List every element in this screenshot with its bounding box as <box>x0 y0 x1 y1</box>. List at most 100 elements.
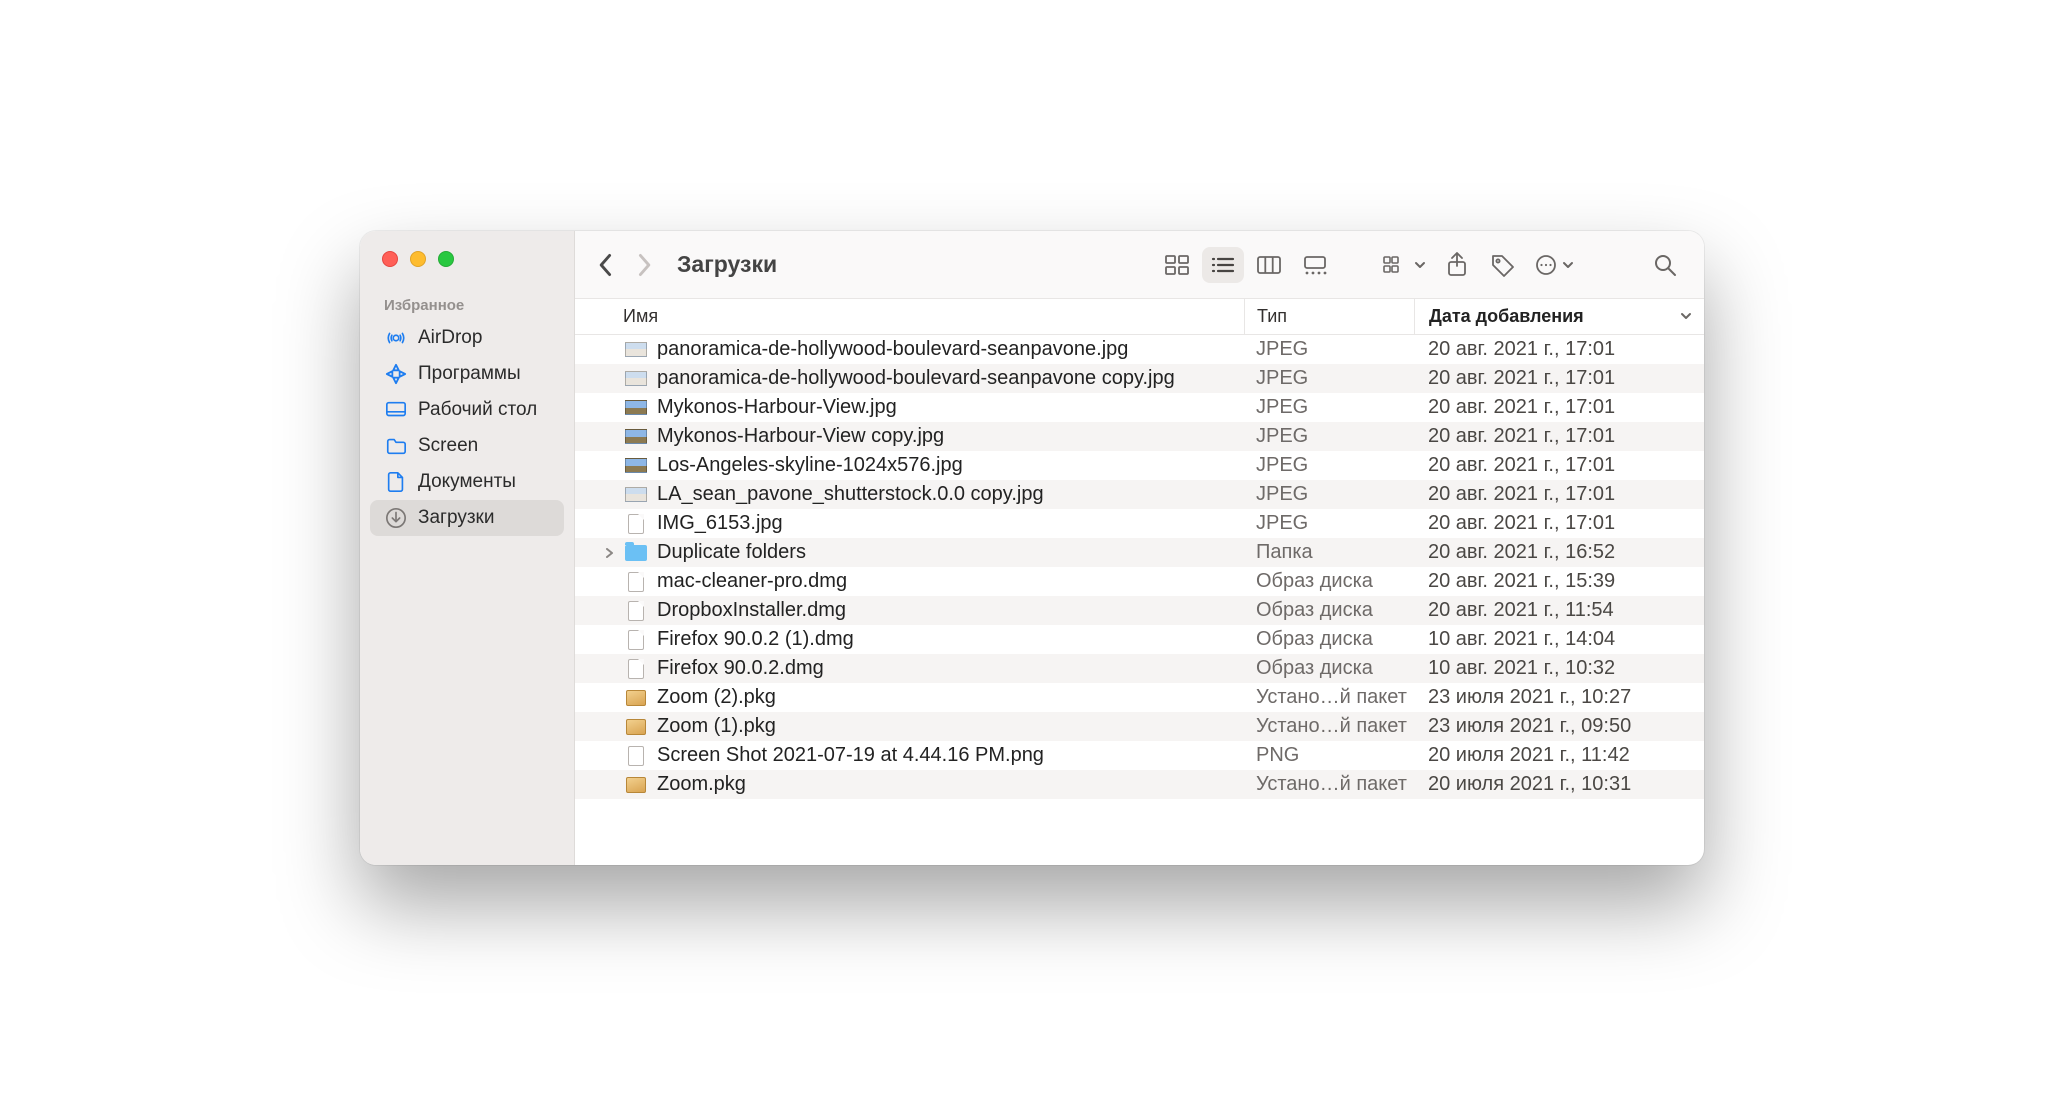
file-type: Папка <box>1244 541 1414 564</box>
sidebar-item-document[interactable]: Документы <box>370 464 564 500</box>
column-header-date[interactable]: Дата добавления <box>1414 299 1704 334</box>
airdrop-icon <box>384 327 408 349</box>
view-mode-group <box>1156 247 1336 283</box>
file-type: JPEG <box>1244 367 1414 390</box>
share-button[interactable] <box>1436 247 1478 283</box>
file-date: 20 авг. 2021 г., 11:54 <box>1414 599 1704 622</box>
file-name: DropboxInstaller.dmg <box>657 599 846 622</box>
download-icon <box>384 507 408 529</box>
file-name: Duplicate folders <box>657 541 806 564</box>
desktop-icon <box>384 400 408 420</box>
file-date: 10 авг. 2021 г., 10:32 <box>1414 657 1704 680</box>
file-icon <box>625 718 647 736</box>
file-date: 20 авг. 2021 г., 17:01 <box>1414 338 1704 361</box>
file-date: 20 авг. 2021 г., 17:01 <box>1414 454 1704 477</box>
file-icon <box>625 573 647 591</box>
file-row[interactable]: LA_sean_pavone_shutterstock.0.0 copy.jpg… <box>575 480 1704 509</box>
sidebar-item-label: AirDrop <box>418 327 482 349</box>
actions-menu-button[interactable] <box>1528 247 1580 283</box>
file-type: JPEG <box>1244 483 1414 506</box>
sidebar-item-airdrop[interactable]: AirDrop <box>370 320 564 356</box>
tags-button[interactable] <box>1482 247 1524 283</box>
search-button[interactable] <box>1644 247 1686 283</box>
document-icon <box>384 471 408 493</box>
file-name: Screen Shot 2021-07-19 at 4.44.16 PM.png <box>657 744 1044 767</box>
sidebar-item-label: Рабочий стол <box>418 399 537 421</box>
column-header-name[interactable]: Имя <box>575 299 1244 334</box>
disclosure-triangle-icon[interactable] <box>603 548 615 558</box>
file-icon <box>625 544 647 562</box>
file-date: 20 авг. 2021 г., 17:01 <box>1414 425 1704 448</box>
window-zoom-button[interactable] <box>438 251 454 267</box>
finder-window: Избранное AirDrop Программы Рабочий стол Sc… <box>360 231 1704 865</box>
sidebar-item-download[interactable]: Загрузки <box>370 500 564 536</box>
file-name: IMG_6153.jpg <box>657 512 783 535</box>
file-type: JPEG <box>1244 512 1414 535</box>
sidebar-item-desktop[interactable]: Рабочий стол <box>370 392 564 428</box>
file-row[interactable]: Mykonos-Harbour-View.jpg JPEG20 авг. 2021… <box>575 393 1704 422</box>
file-name: Firefox 90.0.2.dmg <box>657 657 824 680</box>
file-row[interactable]: Zoom (2).pkgУстано…й пакет23 июля 2021 г… <box>575 683 1704 712</box>
column-headers: Имя Тип Дата добавления <box>575 299 1704 335</box>
file-type: JPEG <box>1244 338 1414 361</box>
file-name: Firefox 90.0.2 (1).dmg <box>657 628 854 651</box>
sidebar-item-folder[interactable]: Screen <box>370 428 564 464</box>
nav-forward-button[interactable] <box>627 248 661 282</box>
file-row[interactable]: Los-Angeles-skyline-1024x576.jpgJPEG20 а… <box>575 451 1704 480</box>
file-row[interactable]: Firefox 90.0.2 (1).dmgОбраз диска10 авг.… <box>575 625 1704 654</box>
window-close-button[interactable] <box>382 251 398 267</box>
file-row[interactable]: Firefox 90.0.2.dmg Образ диска10 авг. 202… <box>575 654 1704 683</box>
sidebar-item-apps[interactable]: Программы <box>370 356 564 392</box>
group-by-button[interactable] <box>1376 247 1432 283</box>
file-row[interactable]: Screen Shot 2021-07-19 at 4.44.16 PM.png… <box>575 741 1704 770</box>
file-row[interactable]: DropboxInstaller.dmgОбраз диска20 авг. 2… <box>575 596 1704 625</box>
file-date: 23 июля 2021 г., 09:50 <box>1414 715 1704 738</box>
file-name: panoramica-de-hollywood-boulevard-seanpa… <box>657 367 1175 390</box>
nav-back-button[interactable] <box>589 248 623 282</box>
file-icon <box>625 660 647 678</box>
file-icon <box>625 457 647 475</box>
file-row[interactable]: IMG_6153.jpg JPEG20 авг. 2021 г., 17:01 <box>575 509 1704 538</box>
file-name: mac-cleaner-pro.dmg <box>657 570 847 593</box>
file-name: Zoom (2).pkg <box>657 686 776 709</box>
file-type: Образ диска <box>1244 570 1414 593</box>
sidebar-section-header: Избранное <box>360 289 574 320</box>
file-type: Образ диска <box>1244 657 1414 680</box>
view-columns-button[interactable] <box>1248 247 1290 283</box>
file-date: 20 авг. 2021 г., 17:01 <box>1414 512 1704 535</box>
file-name: Mykonos-Harbour-View.jpg <box>657 396 897 419</box>
column-header-type[interactable]: Тип <box>1244 299 1414 334</box>
file-date: 10 авг. 2021 г., 14:04 <box>1414 628 1704 651</box>
sidebar: Избранное AirDrop Программы Рабочий стол Sc… <box>360 231 575 865</box>
file-icon <box>625 631 647 649</box>
file-list[interactable]: panoramica-de-hollywood-boulevard-seanpa… <box>575 335 1704 865</box>
file-type: JPEG <box>1244 396 1414 419</box>
file-row[interactable]: Duplicate foldersПапка20 авг. 2021 г., 1… <box>575 538 1704 567</box>
file-date: 20 июля 2021 г., 11:42 <box>1414 744 1704 767</box>
file-type: JPEG <box>1244 454 1414 477</box>
view-list-button[interactable] <box>1202 247 1244 283</box>
file-row[interactable]: panoramica-de-hollywood-boulevard-seanpa… <box>575 335 1704 364</box>
view-gallery-button[interactable] <box>1294 247 1336 283</box>
file-row[interactable]: Zoom.pkgУстано…й пакет20 июля 2021 г., 1… <box>575 770 1704 799</box>
sidebar-item-label: Screen <box>418 435 478 457</box>
file-type: PNG <box>1244 744 1414 767</box>
folder-icon <box>384 436 408 456</box>
file-date: 20 июля 2021 г., 10:31 <box>1414 773 1704 796</box>
file-date: 20 авг. 2021 г., 17:01 <box>1414 483 1704 506</box>
main-pane: Загрузки <box>575 231 1704 865</box>
toolbar: Загрузки <box>575 231 1704 299</box>
file-row[interactable]: Zoom (1).pkgУстано…й пакет23 июля 2021 г… <box>575 712 1704 741</box>
sidebar-item-label: Программы <box>418 363 521 385</box>
file-icon <box>625 399 647 417</box>
file-type: Устано…й пакет <box>1244 715 1414 738</box>
view-icons-button[interactable] <box>1156 247 1198 283</box>
file-name: LA_sean_pavone_shutterstock.0.0 copy.jpg <box>657 483 1044 506</box>
sort-indicator-icon <box>1680 306 1692 327</box>
file-row[interactable]: panoramica-de-hollywood-boulevard-seanpa… <box>575 364 1704 393</box>
file-row[interactable]: Mykonos-Harbour-View copy.jpgJPEG20 авг.… <box>575 422 1704 451</box>
window-minimize-button[interactable] <box>410 251 426 267</box>
file-name: Zoom.pkg <box>657 773 746 796</box>
file-date: 20 авг. 2021 г., 17:01 <box>1414 396 1704 419</box>
file-row[interactable]: mac-cleaner-pro.dmgОбраз диска20 авг. 20… <box>575 567 1704 596</box>
